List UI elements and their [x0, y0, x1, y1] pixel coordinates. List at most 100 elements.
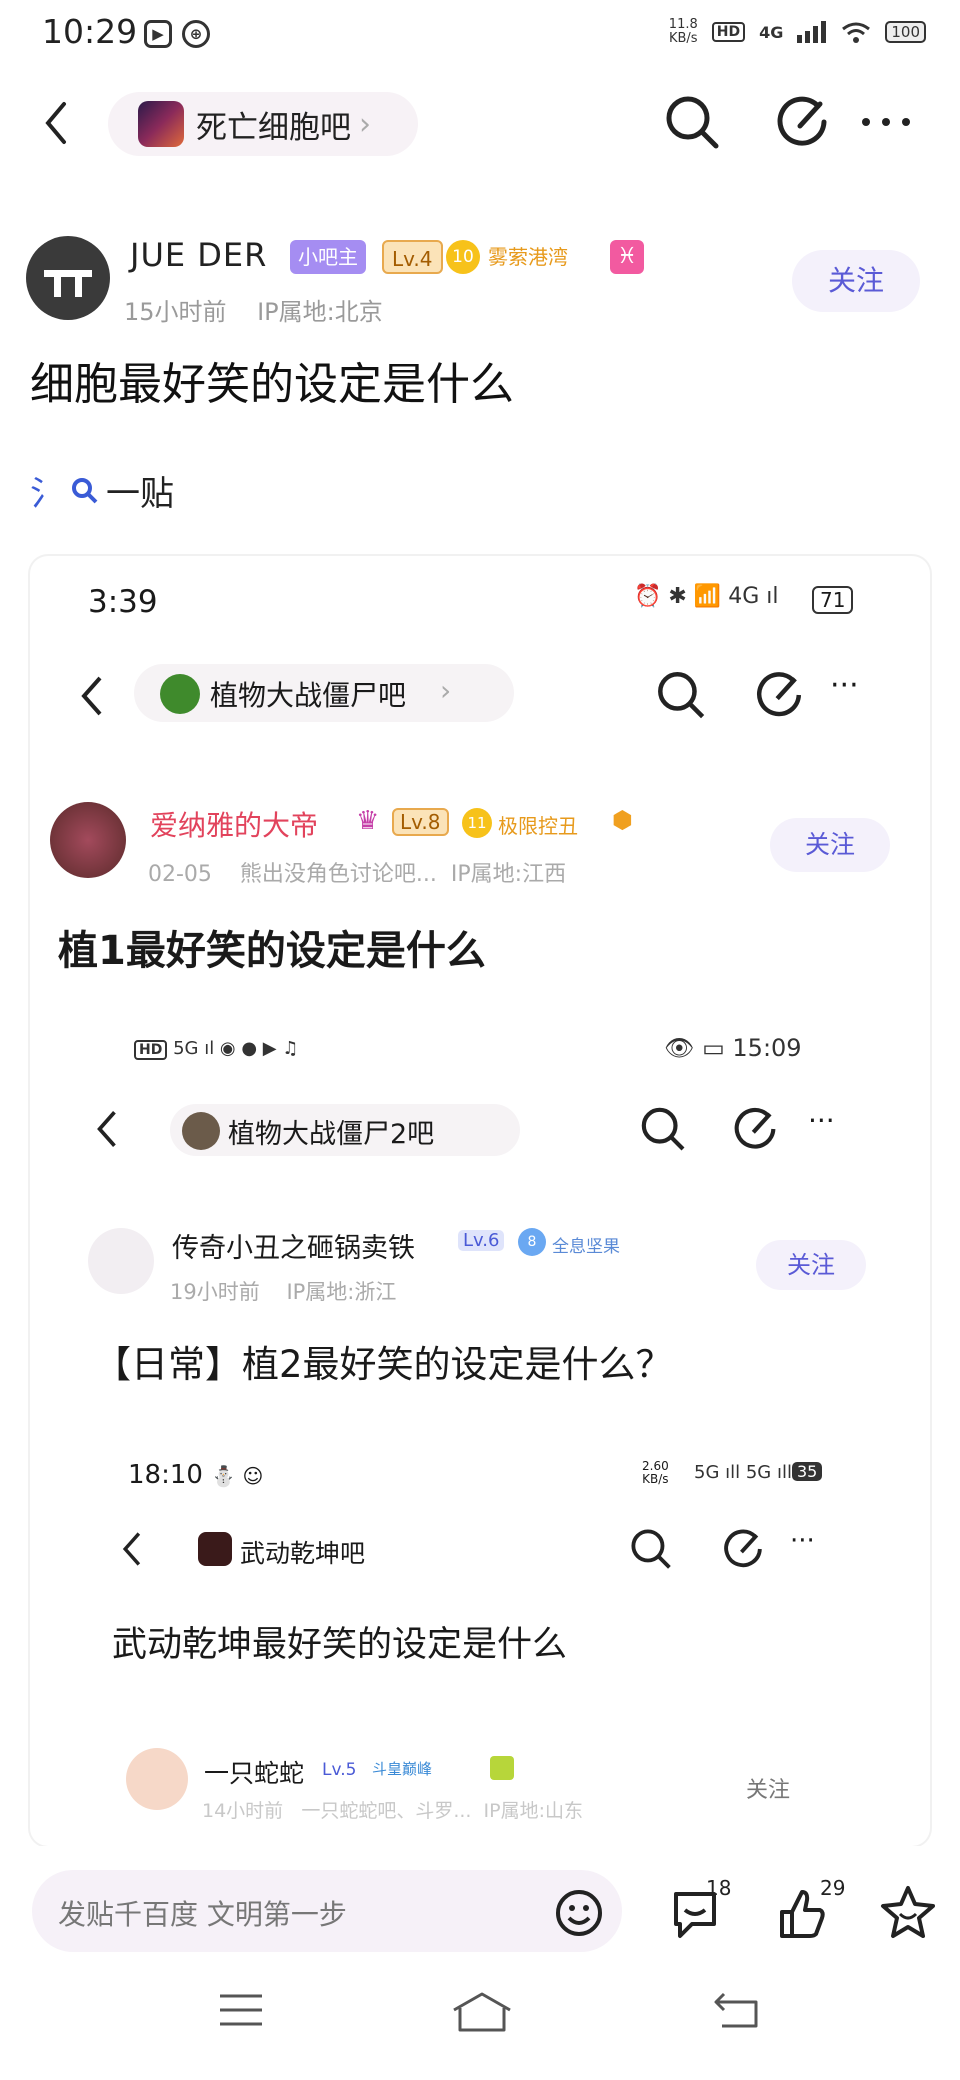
- embed2-search-icon: [641, 1107, 685, 1151]
- status-right: 11.8 KB/s HD 4G 100: [669, 18, 926, 46]
- emoji-icon[interactable]: [554, 1888, 604, 1938]
- home-icon[interactable]: [450, 1990, 514, 2034]
- menu-icon[interactable]: [216, 1990, 266, 2030]
- status-bar: 10:29 ▶ ⊕ 11.8 KB/s HD 4G 100: [0, 0, 960, 74]
- status-time: 10:29: [42, 12, 138, 51]
- post-meta: 15小时前 IP属地:北京: [124, 292, 383, 327]
- level-badge: Lv.4: [382, 240, 443, 274]
- embed1-more-icon: ···: [830, 668, 859, 703]
- more-icon[interactable]: [856, 92, 916, 152]
- embed1-search-icon: [658, 672, 705, 719]
- embed3-author-avatar: [126, 1748, 188, 1810]
- embed2-badge-num: 8: [518, 1228, 546, 1256]
- media-icon: ▶: [144, 20, 172, 48]
- embed2-more-icon: ···: [808, 1104, 835, 1137]
- embed2-author-avatar: [88, 1228, 154, 1294]
- embed2-follow: 关注: [756, 1240, 866, 1290]
- app-notification-icon: ⊕: [182, 20, 210, 48]
- signal-icon: [797, 21, 827, 43]
- embed2-date: 19小时前: [170, 1280, 260, 1304]
- search-icon[interactable]: [662, 92, 722, 152]
- post-title: 细胞最好笑的设定是什么: [30, 359, 514, 410]
- favorite-icon[interactable]: [878, 1884, 938, 1942]
- forum-avatar: [138, 101, 184, 147]
- partial-glyph: 氵: [30, 474, 64, 514]
- wifi-icon: [842, 22, 871, 43]
- embed1-author-name: 爱纳雅的大帝: [150, 809, 319, 842]
- embed2-level: Lv.6: [458, 1230, 505, 1251]
- embed3-search-icon: [631, 1529, 671, 1569]
- embed2-hd: HD: [134, 1040, 168, 1060]
- follow-button[interactable]: 关注: [792, 250, 920, 312]
- forum-name: 死亡细胞吧: [196, 109, 351, 146]
- back-icon[interactable]: [40, 98, 72, 148]
- embed1-author-avatar: [50, 802, 126, 878]
- embed1-badge: 极限控丑: [498, 814, 578, 838]
- embed3-badge-icon: [490, 1756, 514, 1780]
- embed1-badge-num: 11: [462, 808, 492, 838]
- embed1-hex-icon: ⬢: [612, 806, 633, 834]
- embed3-forum-avatar: [198, 1532, 232, 1566]
- embed2-edit-icon: [734, 1107, 776, 1149]
- embed1-forum-name: 植物大战僵尸吧: [210, 679, 407, 712]
- embed3-meta: 14小时前 一只蛇蛇吧、斗罗... IP属地:山东: [202, 1796, 583, 1823]
- post-ip: IP属地:北京: [257, 298, 383, 326]
- embed1-time: 3:39: [88, 584, 158, 620]
- embed1-ip: IP属地:江西: [450, 862, 567, 887]
- embed1-forum-avatar: [160, 674, 200, 714]
- embed3-source: 一只蛇蛇吧、斗罗...: [301, 1800, 472, 1822]
- chevron-right-icon: ›: [359, 106, 371, 142]
- net-speed: 11.8 KB/s: [668, 17, 698, 46]
- embed3-battery: 35: [792, 1462, 823, 1481]
- honor-badge-number: 10: [446, 240, 480, 274]
- embed2-ip: IP属地:浙江: [286, 1280, 397, 1304]
- like-count: 29: [820, 1876, 846, 1900]
- embed3-back-icon: [122, 1532, 141, 1566]
- embed3-edit-icon: [724, 1529, 762, 1568]
- embed1-status-icons: ⏰ ✱ 📶 4G ıl: [634, 584, 779, 609]
- moderator-badge: 小吧主: [290, 240, 366, 274]
- comment-count: 18: [706, 1876, 732, 1900]
- hd-indicator: HD: [711, 22, 746, 42]
- pisces-icon: ♓: [610, 240, 644, 274]
- search-snippet[interactable]: 氵 一贴: [30, 466, 174, 515]
- embed2-forum-name: 植物大战僵尸2吧: [228, 1119, 435, 1150]
- embed1-level: Lv.8: [392, 808, 449, 836]
- embed3-forum-name: 武动乾坤吧: [240, 1539, 366, 1568]
- embed3-status-left: 18:10 ⛄ ☺: [128, 1460, 264, 1490]
- post-image[interactable]: 3:39 ⏰ ✱ 📶 4G ıl 71 植物大战僵尸吧 › ··· 爱纳雅的大帝…: [30, 556, 930, 1846]
- embed1-meta: 02-05 熊出没角色讨论吧... IP属地:江西: [148, 856, 566, 888]
- search-small-icon: [72, 477, 98, 503]
- edit-icon[interactable]: [772, 92, 832, 152]
- author-name[interactable]: JUE DER: [130, 236, 267, 274]
- embed3-follow: 关注: [746, 1778, 791, 1803]
- network-type: 4G: [759, 22, 784, 42]
- embed3-more-icon: ···: [790, 1526, 815, 1556]
- embed2-meta: 19小时前 IP属地:浙江: [170, 1276, 396, 1306]
- embed1-chevron: ›: [440, 674, 452, 707]
- embed2-status-right: 👁 ▭ 15:09: [664, 1034, 802, 1062]
- avatar-glyph-icon: [44, 270, 92, 297]
- return-icon[interactable]: [710, 1990, 762, 2030]
- honor-badge-name: 雾萦港湾: [488, 245, 568, 269]
- embed3-time: 18:10: [128, 1460, 203, 1490]
- embed1-edit-icon: [756, 672, 802, 717]
- embed1-back-icon: [81, 676, 102, 716]
- embed2-back-icon: [97, 1111, 116, 1147]
- author-avatar[interactable]: [26, 236, 110, 320]
- embed2-badge: 全息坚果: [552, 1237, 620, 1257]
- embed3-author-name: 一只蛇蛇: [204, 1759, 305, 1788]
- post-time: 15小时前: [124, 298, 227, 326]
- comment-placeholder: 发贴千百度 文明第一步: [58, 1898, 347, 1931]
- embed1-follow: 关注: [770, 818, 890, 872]
- embed2-time: 15:09: [732, 1034, 802, 1062]
- embed2-status-left: HD 5G ıl ◉ ● ▶ ♫: [134, 1038, 298, 1060]
- embed3-level: Lv.5: [322, 1760, 357, 1780]
- embed1-crown-icon: ♛: [356, 806, 380, 836]
- embed1-battery: 71: [812, 586, 854, 614]
- embed3-ip: IP属地:山东: [483, 1800, 583, 1822]
- forum-chip[interactable]: 死亡细胞吧 ›: [108, 92, 418, 156]
- embed1-title: 植1最好笑的设定是什么: [58, 928, 486, 974]
- embed3-signals: 5G ıll 5G ıll: [694, 1462, 792, 1483]
- battery-indicator: 100: [885, 21, 926, 43]
